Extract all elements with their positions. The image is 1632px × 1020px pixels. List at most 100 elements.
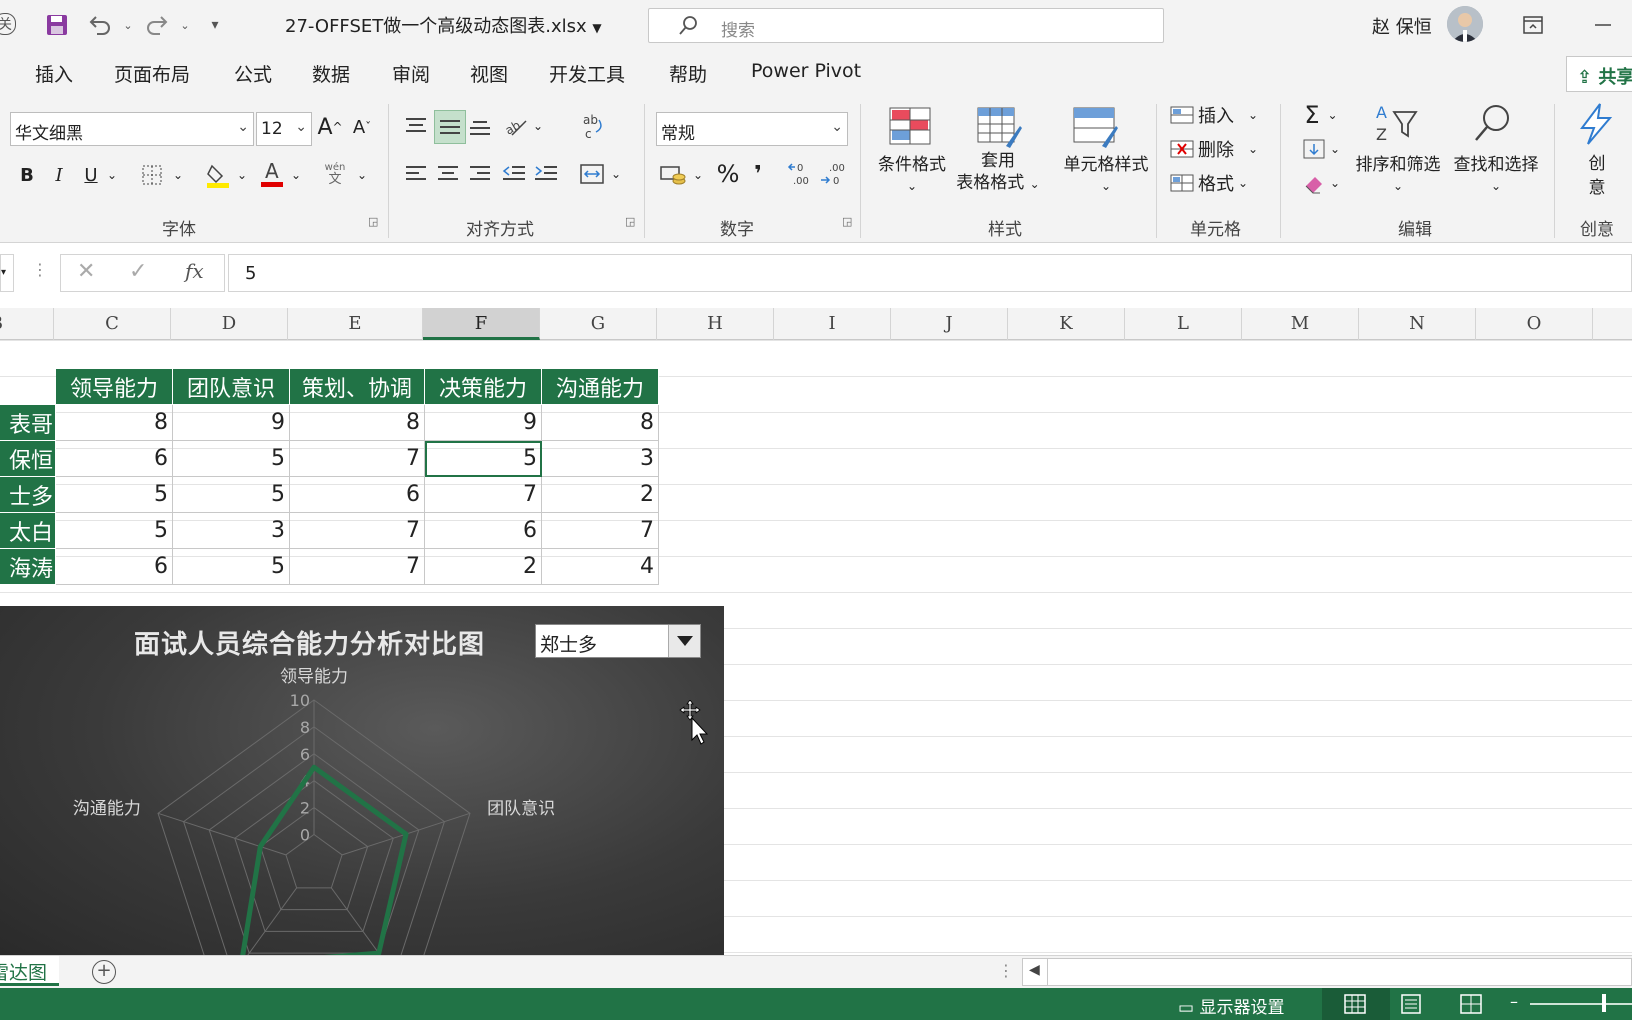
more-icon[interactable]: ⋮ (32, 260, 48, 279)
underline-button[interactable]: U (78, 160, 104, 190)
table-cell[interactable]: 5 (55, 476, 173, 513)
undo-icon[interactable] (85, 10, 115, 40)
delete-cells-button[interactable]: 删除 ⌄ (1170, 134, 1270, 164)
table-cell[interactable]: 3 (541, 440, 659, 477)
column-header-c[interactable]: C (54, 308, 171, 340)
find-select-icon[interactable] (1470, 102, 1514, 146)
fill-color-icon[interactable] (204, 160, 232, 190)
add-sheet-icon[interactable]: + (92, 960, 116, 984)
chevron-down-icon[interactable]: ⌄ (170, 160, 186, 190)
conditional-format-button[interactable]: 条件格式 ⌄ (870, 150, 954, 195)
sort-filter-icon[interactable]: AZ (1374, 102, 1418, 146)
table-cell[interactable]: 2 (541, 476, 659, 513)
comma-style-button[interactable]: ❜ (746, 158, 770, 190)
table-cell[interactable]: 5 (172, 440, 290, 477)
column-header-e[interactable]: E (288, 308, 423, 340)
table-cell[interactable]: 6 (55, 548, 173, 585)
align-top-icon[interactable] (402, 112, 430, 140)
table-cell[interactable]: 8 (289, 404, 425, 441)
tab-review[interactable]: 审阅 (392, 60, 430, 87)
chevron-down-icon[interactable]: ⌄ (288, 160, 304, 190)
font-color-icon[interactable]: A (258, 158, 286, 190)
table-cell[interactable]: 5 (55, 512, 173, 549)
format-as-table-icon[interactable] (976, 106, 1022, 150)
clear-icon[interactable]: ⌄ (1296, 168, 1346, 198)
chevron-down-icon[interactable]: ⌄ (104, 160, 120, 190)
column-header-n[interactable]: N (1359, 308, 1476, 340)
table-header[interactable]: 决策能力 (424, 368, 542, 405)
chevron-down-icon[interactable]: ⌄ (690, 160, 706, 190)
close-file-button[interactable]: 关 (0, 13, 16, 35)
splitter-icon[interactable]: ⋮ (998, 961, 1014, 980)
horizontal-scrollbar[interactable]: ◀ (1022, 958, 1632, 986)
user-name[interactable]: 赵 保恒 (1372, 13, 1432, 39)
minimize-icon[interactable] (1588, 10, 1618, 40)
redo-icon[interactable] (142, 10, 172, 40)
tab-view[interactable]: 视图 (470, 60, 508, 87)
table-cell[interactable]: 5 (172, 476, 290, 513)
number-format-select[interactable]: 常规 ⌄ (656, 112, 848, 146)
accounting-format-icon[interactable] (658, 160, 688, 190)
table-header[interactable]: 策划、协调 (289, 368, 425, 405)
table-cell[interactable]: 8 (55, 404, 173, 441)
table-cell[interactable]: 7 (541, 512, 659, 549)
insert-function-button[interactable]: fx (185, 259, 204, 283)
share-button[interactable]: ⇪ 共享 (1566, 56, 1632, 92)
name-box[interactable]: ▾ (0, 254, 14, 292)
wrap-text-icon[interactable]: ab c (578, 112, 608, 142)
orientation-icon[interactable]: ab (502, 112, 530, 140)
italic-button[interactable]: I (46, 160, 72, 190)
page-break-view-icon[interactable] (1460, 994, 1482, 1014)
scroll-left-icon[interactable]: ◀ (1029, 962, 1040, 978)
zoom-slider-thumb[interactable] (1602, 994, 1606, 1012)
row-name-cell[interactable]: 海涛 (0, 548, 56, 585)
cell-styles-icon[interactable] (1072, 106, 1118, 150)
chevron-down-icon[interactable]: ⌄ (234, 160, 250, 190)
increase-decimal-icon[interactable]: 0.00 (786, 158, 816, 190)
table-cell[interactable]: 8 (541, 404, 659, 441)
normal-view-button[interactable] (1322, 988, 1390, 1020)
insert-cells-button[interactable]: 插入 ⌄ (1170, 100, 1270, 130)
avatar[interactable] (1447, 6, 1483, 42)
radar-chart[interactable]: 面试人员综合能力分析对比图 郑士多 0 2 4 6 8 10 领导能力 团队意识 沟通能力 (0, 606, 724, 955)
table-cell[interactable]: 2 (424, 548, 542, 585)
table-cell[interactable]: 7 (424, 476, 542, 513)
decrease-font-icon[interactable]: Aˇ (348, 112, 376, 142)
table-header[interactable]: 领导能力 (55, 368, 173, 405)
align-dialog-launcher-icon[interactable]: ◲ (625, 215, 635, 228)
column-header-i[interactable]: I (774, 308, 891, 340)
cell-styles-button[interactable]: 单元格样式 ⌄ (1046, 150, 1166, 195)
column-header-j[interactable]: J (891, 308, 1008, 340)
tab-power-pivot[interactable]: Power Pivot (751, 60, 861, 82)
chevron-down-icon[interactable]: ⌄ (530, 112, 546, 140)
sort-filter-button[interactable]: 排序和筛选 ⌄ (1350, 150, 1446, 195)
row-name-cell[interactable]: 表哥 (0, 404, 56, 441)
border-icon[interactable] (138, 160, 166, 190)
conditional-format-icon[interactable] (888, 106, 932, 150)
column-header-b[interactable]: B (0, 308, 54, 340)
align-middle-icon[interactable] (434, 110, 466, 144)
align-right-icon[interactable] (466, 160, 494, 188)
active-cell[interactable]: 5 (424, 440, 542, 477)
column-header-m[interactable]: M (1242, 308, 1359, 340)
find-select-button[interactable]: 查找和选择 ⌄ (1448, 150, 1544, 195)
sheet-tab[interactable]: 雷达图 (0, 956, 60, 986)
table-cell[interactable]: 7 (289, 440, 425, 477)
percent-style-button[interactable]: % (714, 158, 742, 190)
tab-data[interactable]: 数据 (312, 60, 350, 87)
table-cell[interactable]: 3 (172, 512, 290, 549)
row-name-cell[interactable]: 保恒 (0, 440, 56, 477)
row-name-cell[interactable]: 太白 (0, 512, 56, 549)
radar-series-line[interactable] (240, 764, 409, 955)
chevron-down-icon[interactable]: ⌄ (354, 160, 370, 190)
decrease-indent-icon[interactable] (500, 160, 528, 188)
customize-qat-icon[interactable]: ▾ (200, 10, 230, 40)
format-cells-button[interactable]: 格式 ⌄ (1170, 168, 1270, 198)
chevron-down-icon[interactable]: ⌄ (608, 160, 624, 188)
table-cell[interactable]: 9 (172, 404, 290, 441)
tab-help[interactable]: 帮助 (669, 60, 707, 87)
row-name-cell[interactable]: 士多 (0, 476, 56, 513)
table-cell[interactable]: 6 (55, 440, 173, 477)
table-cell[interactable]: 7 (289, 512, 425, 549)
decrease-decimal-icon[interactable]: .00 0 (818, 158, 848, 190)
